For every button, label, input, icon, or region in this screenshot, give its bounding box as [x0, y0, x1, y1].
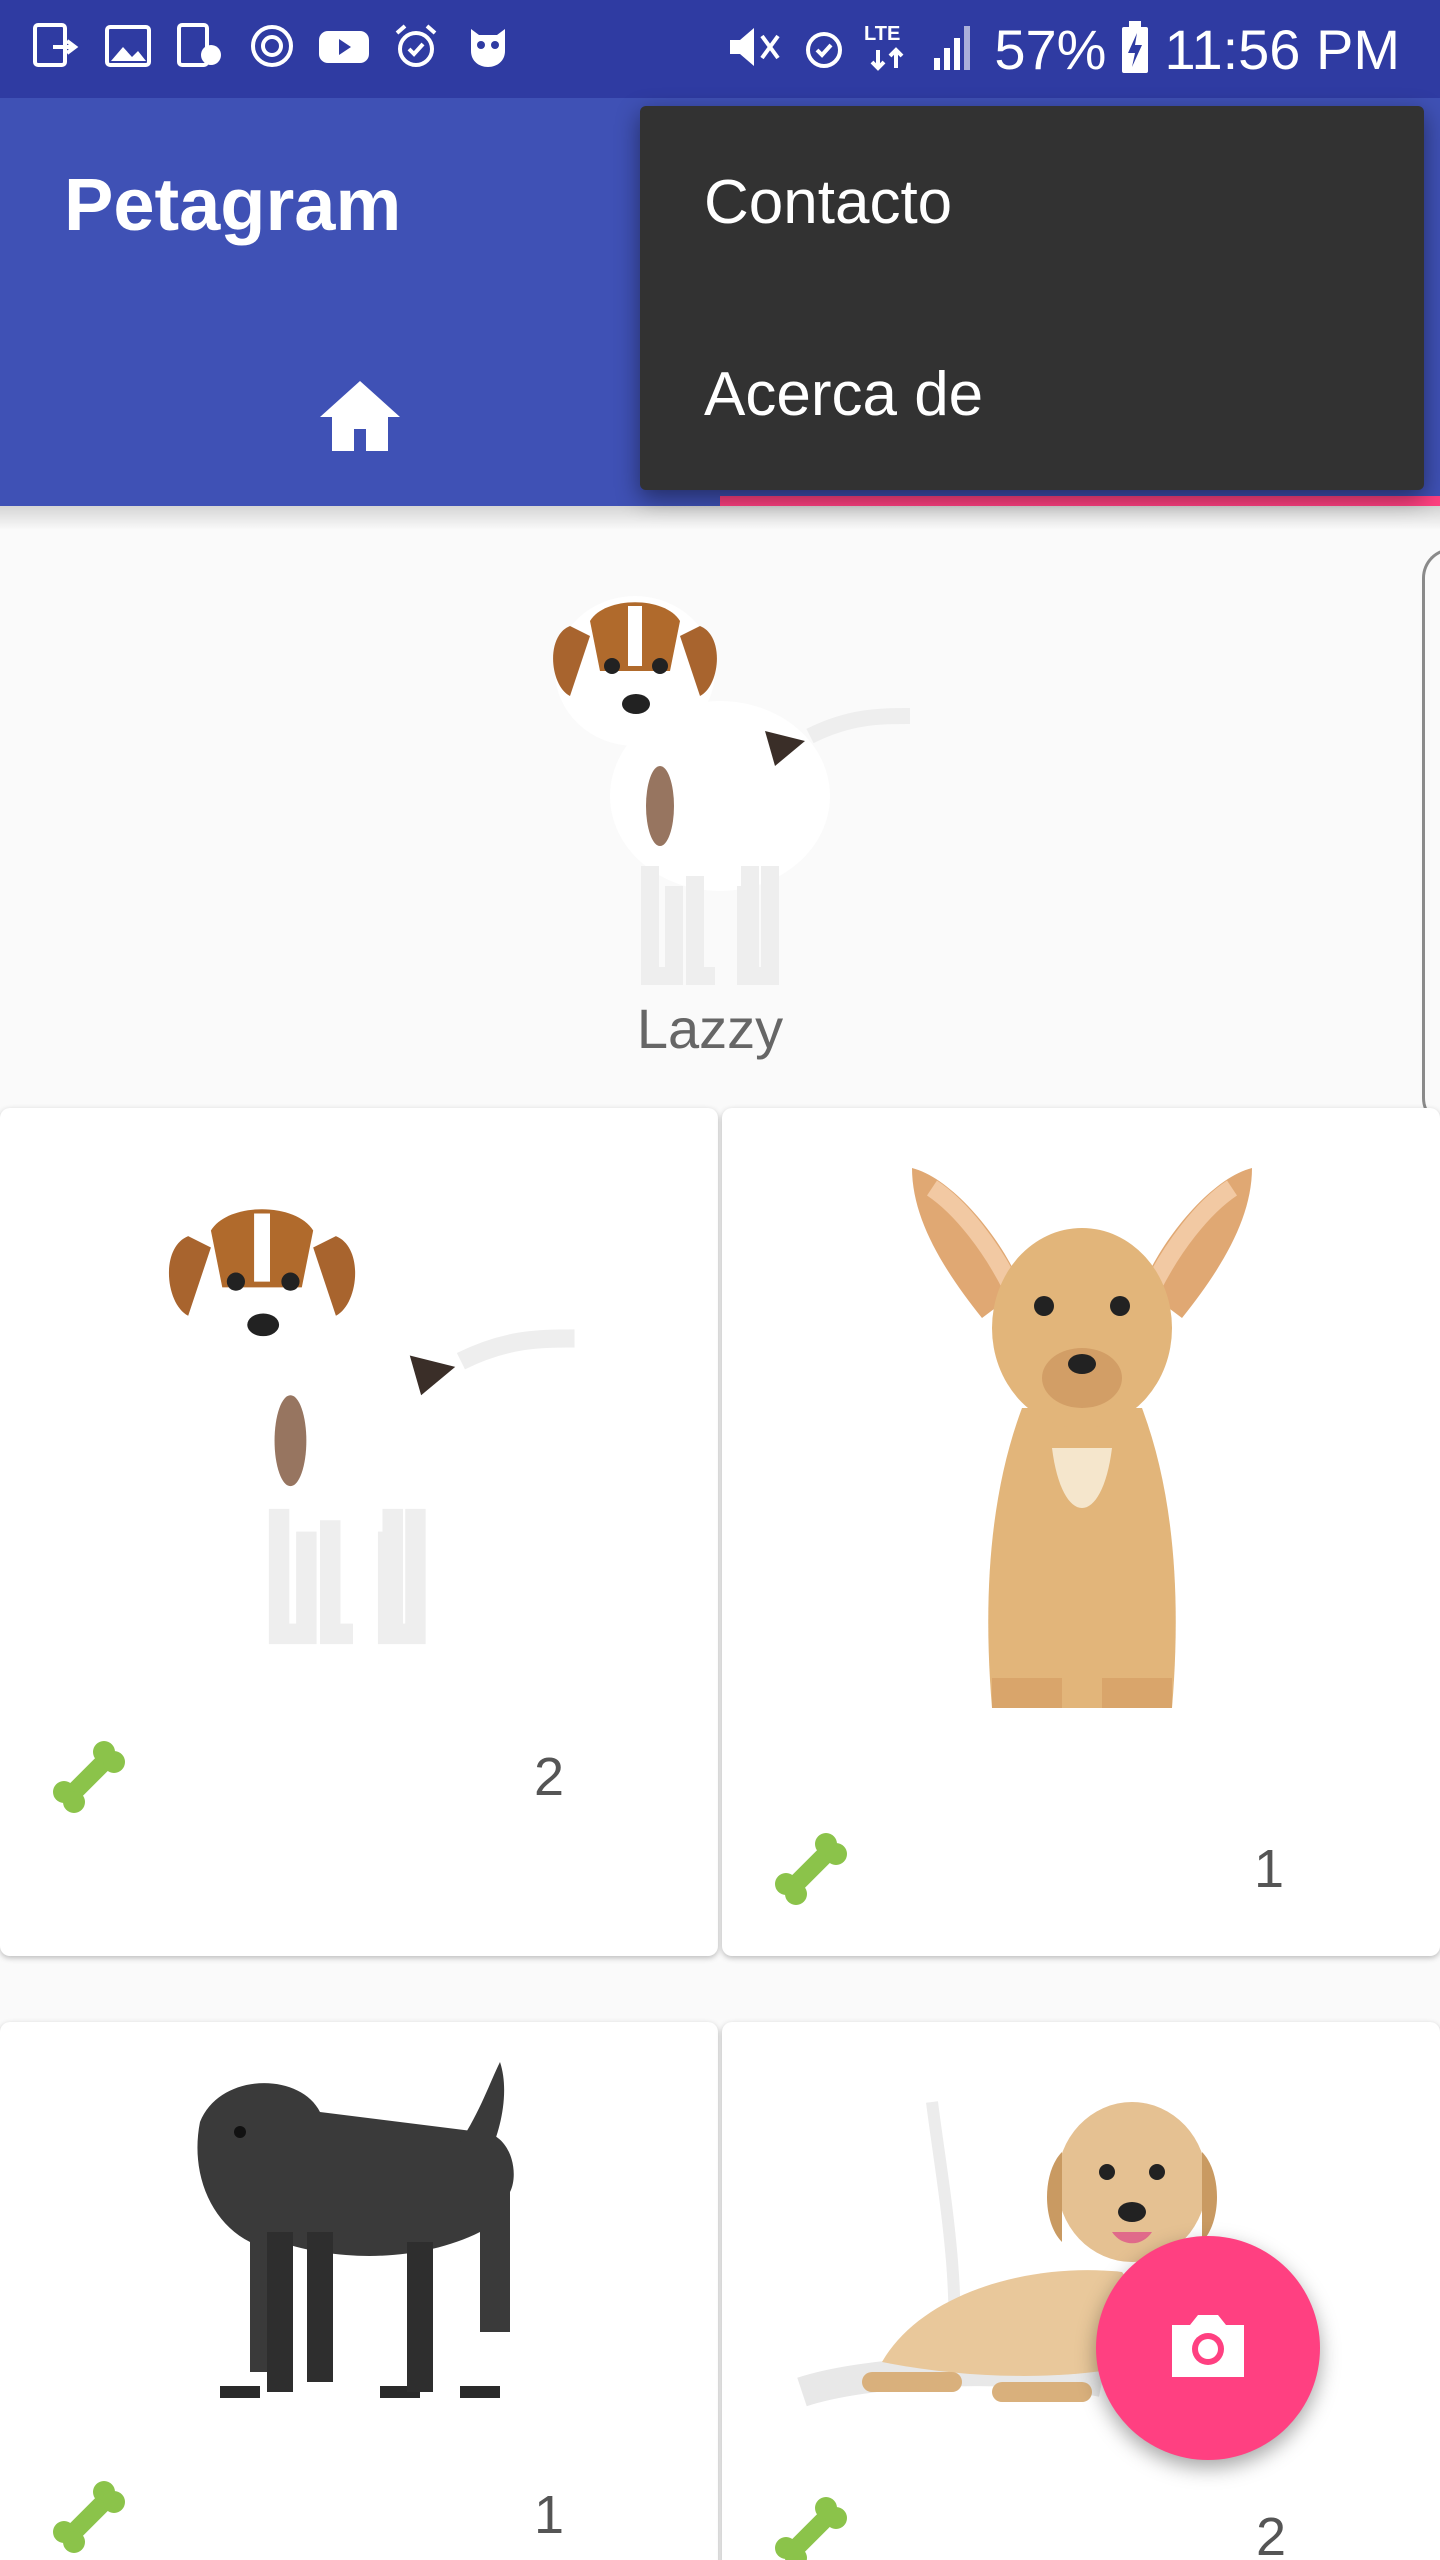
- bone-icon[interactable]: [48, 1736, 130, 1818]
- sync-icon: [244, 18, 300, 74]
- pet-card[interactable]: 2: [722, 2022, 1440, 2560]
- bone-icon[interactable]: [770, 2492, 852, 2560]
- camera-icon: [1166, 2311, 1250, 2386]
- menu-item-contacto[interactable]: Contacto: [640, 106, 1424, 298]
- battery-percent: 57%: [994, 17, 1107, 81]
- battery-charging-icon: [1120, 19, 1150, 80]
- youtube-icon: [316, 18, 372, 74]
- screen-cast-icon: [28, 18, 84, 74]
- featured-pet-name: Lazzy: [636, 997, 784, 1060]
- notification-icons: [28, 18, 516, 74]
- alarm-icon: [800, 20, 848, 79]
- app-bar-shadow: [0, 506, 1440, 530]
- status-bar: LTE 57% 11:56 PM: [0, 0, 1440, 98]
- pet-card[interactable]: 1: [0, 2022, 718, 2560]
- featured-pet-photo: [520, 566, 940, 1006]
- lte-icon: LTE: [862, 20, 916, 79]
- svg-text:LTE: LTE: [864, 23, 900, 45]
- carousel-next-edge: [1422, 548, 1440, 1128]
- pet-card[interactable]: 1: [722, 1108, 1440, 1956]
- bone-icon[interactable]: [48, 2476, 130, 2558]
- camera-fab-button[interactable]: [1096, 2236, 1320, 2460]
- like-count: 2: [1256, 2507, 1287, 2560]
- signal-icon: [930, 20, 980, 79]
- system-indicators: LTE 57% 11:56 PM: [724, 12, 1400, 86]
- tab-home[interactable]: [0, 328, 720, 506]
- mute-icon: [724, 20, 786, 79]
- like-count: 1: [1254, 1839, 1285, 1899]
- menu-item-acerca-de[interactable]: Acerca de: [640, 298, 1424, 490]
- tab-indicator: [720, 496, 1440, 506]
- owl-icon: [460, 18, 516, 74]
- home-icon: [318, 377, 402, 458]
- pet-photo: [130, 1168, 610, 1668]
- device-timer-icon: [172, 18, 228, 74]
- like-count: 1: [534, 2485, 565, 2545]
- pet-photo: [160, 2062, 540, 2402]
- alarm-icon: [388, 18, 444, 74]
- overflow-menu: Contacto Acerca de: [640, 106, 1424, 490]
- pet-photo: [852, 1148, 1312, 1748]
- app-title: Petagram: [64, 163, 402, 246]
- image-icon: [100, 18, 156, 74]
- bone-icon[interactable]: [770, 1828, 852, 1910]
- pet-card[interactable]: 2: [0, 1108, 718, 1956]
- featured-pet[interactable]: Lazzy: [0, 530, 1420, 1110]
- like-count: 2: [534, 1747, 565, 1807]
- clock: 11:56 PM: [1164, 17, 1400, 81]
